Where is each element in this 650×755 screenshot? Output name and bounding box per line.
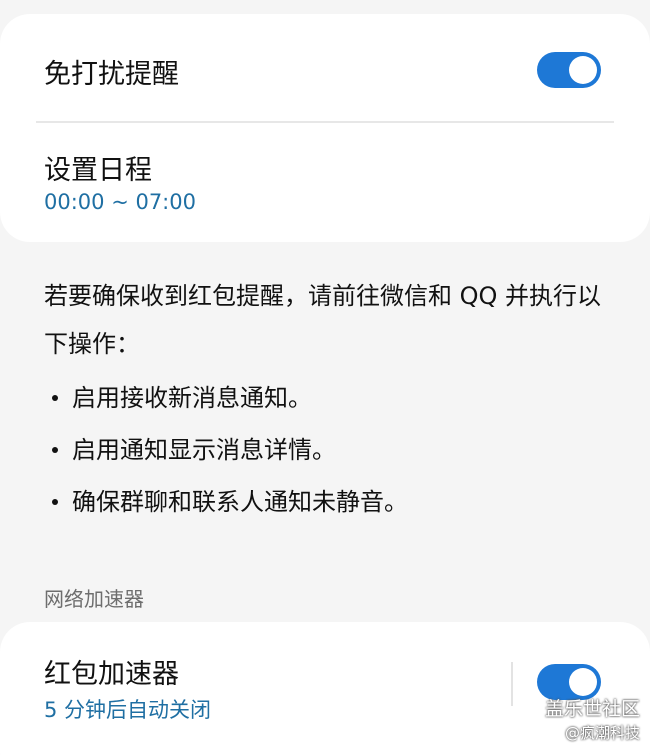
list-item: 启用接收新消息通知。 <box>52 372 612 424</box>
instruction-list: 启用接收新消息通知。 启用通知显示消息详情。 确保群聊和联系人通知未静音。 <box>52 372 612 528</box>
dnd-toggle[interactable] <box>537 52 601 88</box>
network-section-header: 网络加速器 <box>44 587 144 611</box>
bullet-dot-icon <box>52 499 58 505</box>
watermark-sub: @疯潮科技 <box>564 724 640 742</box>
dnd-title: 免打扰提醒 <box>44 59 179 90</box>
settings-page: 免打扰提醒 设置日程 00:00 ~ 07:00 若要确保收到红包提醒，请前往微… <box>0 0 650 755</box>
watermark-main: 盖乐世社区 <box>544 698 640 720</box>
toggle-knob <box>569 56 597 84</box>
accelerator-row[interactable]: 红包加速器 5 分钟后自动关闭 <box>0 622 505 732</box>
dnd-card: 免打扰提醒 设置日程 00:00 ~ 07:00 <box>0 14 650 242</box>
info-intro: 若要确保收到红包提醒，请前往微信和 QQ 并执行以下操作： <box>44 282 602 358</box>
accelerator-card: 红包加速器 5 分钟后自动关闭 <box>0 622 650 755</box>
schedule-time-range: 00:00 ~ 07:00 <box>44 190 196 214</box>
list-item: 确保群聊和联系人通知未静音。 <box>52 476 612 528</box>
list-item-text: 启用通知显示消息详情。 <box>72 436 336 464</box>
divider <box>36 121 614 123</box>
toggle-knob <box>569 668 597 696</box>
list-item: 启用通知显示消息详情。 <box>52 424 612 476</box>
list-item-text: 启用接收新消息通知。 <box>72 384 312 412</box>
bullet-dot-icon <box>52 395 58 401</box>
accelerator-subtitle: 5 分钟后自动关闭 <box>44 698 212 722</box>
schedule-title: 设置日程 <box>44 155 152 186</box>
accelerator-title: 红包加速器 <box>44 659 179 690</box>
list-item-text: 确保群聊和联系人通知未静音。 <box>72 488 408 516</box>
schedule-row[interactable]: 设置日程 00:00 ~ 07:00 <box>0 124 650 242</box>
vertical-divider <box>511 662 513 706</box>
bullet-dot-icon <box>52 447 58 453</box>
